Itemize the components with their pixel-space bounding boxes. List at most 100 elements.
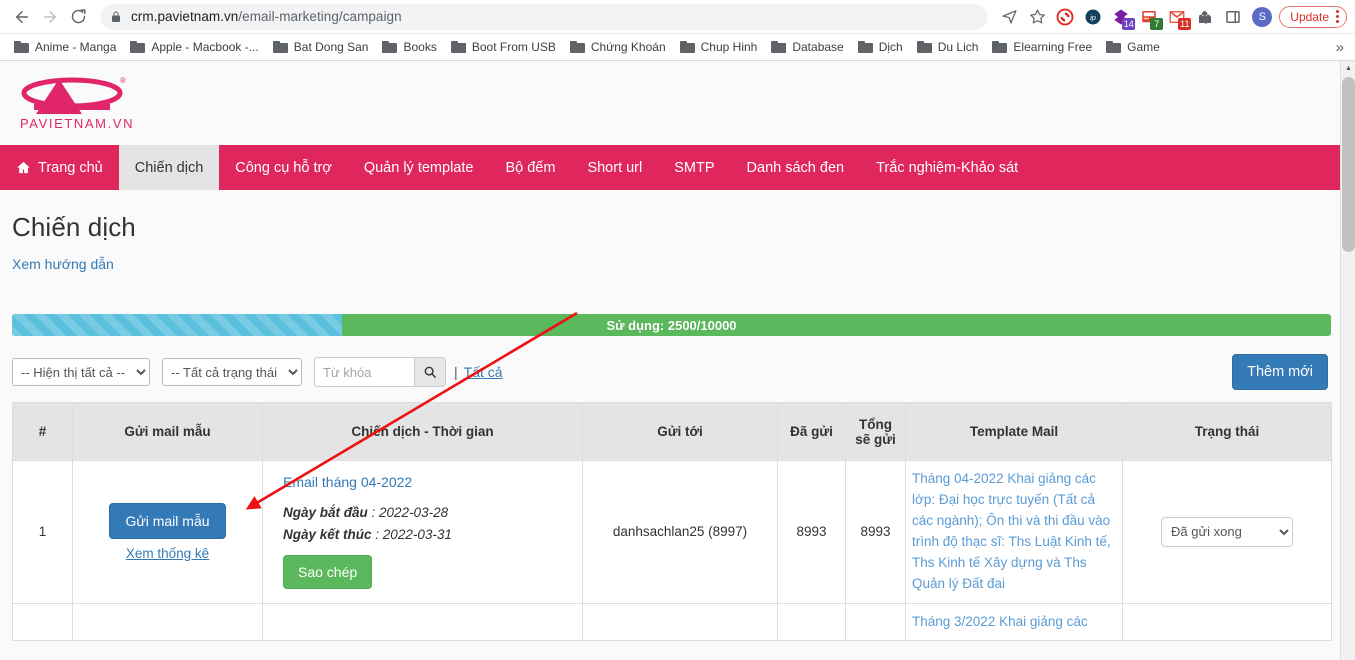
cell-send-to bbox=[582, 602, 778, 642]
svg-text:®: ® bbox=[120, 76, 126, 85]
nav-item-smtp[interactable]: SMTP bbox=[658, 145, 730, 190]
column-header-campaign-time: Chiến dịch - Thời gian bbox=[262, 402, 583, 461]
browser-chrome: crm.pavietnam.vn/email-marketing/campaig… bbox=[0, 0, 1355, 61]
address-bar[interactable]: crm.pavietnam.vn/email-marketing/campaig… bbox=[100, 3, 989, 30]
page-scrollbar[interactable]: ▲ bbox=[1340, 61, 1355, 660]
bookmarks-overflow-icon[interactable]: » bbox=[1336, 39, 1348, 56]
notes-extension-icon[interactable]: 7 bbox=[1136, 4, 1164, 30]
cell-total-to-send: 8993 bbox=[845, 460, 906, 604]
lock-icon bbox=[110, 11, 122, 23]
kebab-menu-icon[interactable] bbox=[1336, 10, 1339, 23]
page-viewport: ® PAVIETNAM.VN Trang chủ Chiến dịch Công… bbox=[0, 61, 1355, 660]
bookmark-item[interactable]: Database bbox=[764, 36, 850, 58]
bookmarks-bar: Anime - Manga Apple - Macbook -... Bat D… bbox=[0, 33, 1355, 60]
folder-icon bbox=[14, 41, 29, 53]
nav-label: Bộ đếm bbox=[505, 159, 556, 176]
gmail-badge: 11 bbox=[1178, 17, 1192, 30]
bookmark-label: Chứng Khoán bbox=[590, 40, 666, 54]
status-select[interactable]: Đã gửi xong bbox=[1161, 516, 1293, 547]
add-new-button[interactable]: Thêm mới bbox=[1232, 354, 1328, 390]
pavietnam-logo[interactable]: ® PAVIETNAM.VN bbox=[12, 73, 142, 133]
column-header-template-mail: Template Mail bbox=[905, 402, 1123, 461]
nav-item-quan-ly-template[interactable]: Quản lý template bbox=[348, 145, 490, 190]
bookmark-item[interactable]: Anime - Manga bbox=[7, 36, 123, 58]
campaign-start-row: Ngày bắt đầu : 2022-03-28 bbox=[283, 502, 576, 524]
nav-item-short-url[interactable]: Short url bbox=[571, 145, 658, 190]
bookmark-item[interactable]: Du Lich bbox=[910, 36, 986, 58]
bookmark-item[interactable]: Boot From USB bbox=[444, 36, 563, 58]
bookmark-label: Game bbox=[1127, 40, 1160, 54]
evernote-icon[interactable]: 14 bbox=[1108, 4, 1136, 30]
campaign-table: # Gửi mail mẫu Chiến dịch - Thời gian Gử… bbox=[12, 402, 1332, 642]
star-bookmark-icon[interactable] bbox=[1024, 4, 1050, 30]
bookmark-item[interactable]: Bat Dong San bbox=[266, 36, 376, 58]
cell-send-sample: Gửi mail mẫu Xem thống kê bbox=[72, 460, 263, 604]
nav-item-trac-nghiem-khao-sat[interactable]: Trắc nghiệm-Khảo sát bbox=[860, 145, 1034, 190]
table-header: # Gửi mail mẫu Chiến dịch - Thời gian Gử… bbox=[12, 402, 1332, 461]
send-share-icon[interactable] bbox=[996, 4, 1022, 30]
bookmark-item[interactable]: Chup Hinh bbox=[673, 36, 765, 58]
copy-campaign-button[interactable]: Sao chép bbox=[283, 555, 373, 590]
update-button[interactable]: Update bbox=[1279, 5, 1347, 28]
folder-icon bbox=[272, 41, 288, 53]
forward-arrow-icon[interactable] bbox=[36, 3, 64, 31]
avatar[interactable]: S bbox=[1252, 6, 1273, 27]
search-button[interactable] bbox=[414, 357, 446, 387]
cell-campaign-time: Email tháng 04-2022 Ngày bắt đầu : 2022-… bbox=[262, 460, 583, 604]
view-stats-link[interactable]: Xem thống kê bbox=[79, 546, 256, 561]
filter-toolbar: -- Hiện thị tất cả -- -- Tất cả trạng th… bbox=[12, 354, 1328, 390]
adblock-icon[interactable] bbox=[1052, 4, 1078, 30]
nav-label: SMTP bbox=[674, 159, 715, 176]
table-row: 1 Gửi mail mẫu Xem thống kê Email tháng … bbox=[12, 460, 1332, 604]
table-header-row: # Gửi mail mẫu Chiến dịch - Thời gian Gử… bbox=[12, 402, 1332, 461]
column-header-send-to: Gửi tới bbox=[582, 402, 778, 461]
folder-icon bbox=[569, 41, 585, 53]
sidepanel-icon[interactable] bbox=[1220, 4, 1246, 30]
table-body: 1 Gửi mail mẫu Xem thống kê Email tháng … bbox=[12, 460, 1332, 642]
cell-index bbox=[12, 602, 73, 642]
template-mail-link[interactable]: Tháng 3/2022 Khai giảng các bbox=[912, 612, 1116, 633]
bookmark-item[interactable]: Apple - Macbook -... bbox=[123, 36, 265, 58]
search-input[interactable] bbox=[314, 357, 414, 387]
nav-label: Trắc nghiệm-Khảo sát bbox=[876, 159, 1019, 176]
send-sample-button[interactable]: Gửi mail mẫu bbox=[109, 502, 226, 539]
scrollbar-thumb[interactable] bbox=[1342, 77, 1355, 252]
folder-icon bbox=[1106, 41, 1122, 53]
url-domain: crm.pavietnam.vn bbox=[131, 9, 239, 24]
bookmark-item[interactable]: Chứng Khoán bbox=[563, 36, 673, 58]
nav-item-bo-dem[interactable]: Bộ đếm bbox=[489, 145, 571, 190]
nav-item-chien-dich[interactable]: Chiến dịch bbox=[118, 145, 220, 190]
display-filter-select[interactable]: -- Hiện thị tất cả -- bbox=[12, 358, 150, 386]
cell-status bbox=[1122, 602, 1332, 642]
template-mail-link[interactable]: Tháng 04-2022 Khai giảng các lớp: Đại họ… bbox=[912, 469, 1116, 595]
cell-template-mail: Tháng 3/2022 Khai giảng các bbox=[905, 602, 1123, 642]
folder-icon bbox=[679, 41, 695, 53]
scroll-up-arrow[interactable]: ▲ bbox=[1341, 61, 1355, 76]
gmail-icon[interactable]: 11 bbox=[1164, 4, 1192, 30]
bookmark-item[interactable]: Books bbox=[375, 36, 443, 58]
table-row: Tháng 3/2022 Khai giảng các bbox=[12, 602, 1332, 642]
back-arrow-icon[interactable] bbox=[8, 3, 36, 31]
ip-extension-icon[interactable]: ip bbox=[1080, 4, 1106, 30]
nav-item-trang-chu[interactable]: Trang chủ bbox=[0, 145, 119, 190]
usage-progress-label: Sử dụng: 2500/10000 bbox=[606, 317, 737, 333]
url-path: /email-marketing/campaign bbox=[238, 9, 402, 24]
url-text: crm.pavietnam.vn/email-marketing/campaig… bbox=[131, 9, 402, 24]
guide-link[interactable]: Xem hướng dẫn bbox=[12, 256, 114, 272]
campaign-name-link[interactable]: Email tháng 04-2022 bbox=[283, 474, 412, 490]
status-filter-select[interactable]: -- Tất cả trạng thái -- bbox=[162, 358, 302, 386]
all-filter-link[interactable]: Tất cả bbox=[464, 364, 503, 380]
puzzle-extensions-icon[interactable] bbox=[1192, 4, 1218, 30]
start-date-label: Ngày bắt đầu bbox=[283, 505, 368, 521]
bookmark-label: Bat Dong San bbox=[293, 40, 369, 54]
column-header-status: Trạng thái bbox=[1122, 402, 1332, 461]
cell-sent: 8993 bbox=[777, 460, 846, 604]
reload-icon[interactable] bbox=[64, 3, 92, 31]
bookmark-item[interactable]: Dịch bbox=[851, 36, 910, 58]
bookmark-item[interactable]: Elearning Free bbox=[985, 36, 1099, 58]
nav-item-danh-sach-den[interactable]: Danh sách đen bbox=[731, 145, 861, 190]
bookmark-item[interactable]: Game bbox=[1099, 36, 1167, 58]
cell-index: 1 bbox=[12, 460, 73, 604]
folder-icon bbox=[916, 41, 932, 53]
nav-item-cong-cu-ho-tro[interactable]: Công cụ hỗ trợ bbox=[219, 145, 348, 190]
